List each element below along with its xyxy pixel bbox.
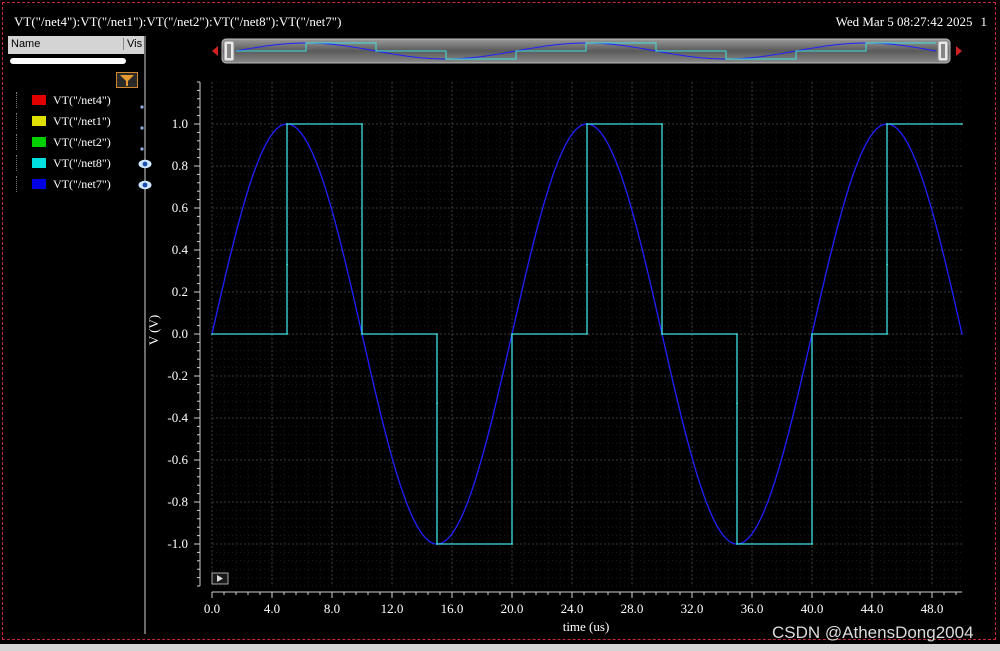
data-point [286,123,288,125]
data-point [361,333,363,335]
data-point [211,333,213,335]
play-marker-icon[interactable] [211,572,229,585]
data-point [361,123,363,125]
y-tick-label: 1.0 [172,116,188,131]
y-tick-label: 0.6 [172,200,189,215]
y-tick-label: 0.8 [172,158,188,173]
data-point [586,123,588,125]
data-point [436,543,438,545]
data-point [286,333,288,335]
data-point [811,333,813,335]
x-tick-label: 12.0 [381,601,404,616]
y-tick-label: -0.8 [167,494,188,509]
y-tick-label: -0.4 [167,410,188,425]
data-point [436,333,438,335]
x-tick-label: 28.0 [621,601,644,616]
y-tick-label: -0.6 [167,452,188,467]
x-tick-label: 8.0 [324,601,340,616]
data-point [736,402,738,405]
data-point [736,543,738,545]
data-point [661,123,663,125]
data-point [736,333,738,335]
y-tick-label: -0.2 [167,368,188,383]
waveform-plot[interactable]: 0.0 4.0 8.0 12.0 16.0 20.0 24.0 28.0 32.0 36.0 40.… [0,0,1000,651]
x-tick-label: 36.0 [741,601,764,616]
x-tick-label: 44.0 [861,601,884,616]
x-tick-label: 40.0 [801,601,824,616]
data-point [586,333,588,335]
data-point [511,333,513,335]
x-tick-label: 0.0 [204,601,220,616]
data-point [811,543,813,545]
x-axis-label: time (us) [563,619,610,634]
x-tick-label: 48.0 [921,601,944,616]
data-point [661,333,663,335]
y-tick-label: 0.4 [172,242,189,257]
x-tick-label: 4.0 [264,601,280,616]
data-point [961,333,963,335]
data-point [586,263,588,266]
y-tick-label: 0.0 [172,326,188,341]
x-tick-label: 24.0 [561,601,584,616]
y-tick-label: 0.2 [172,284,188,299]
y-axis-label: V (V) [146,315,161,345]
x-tick-label: 32.0 [681,601,704,616]
data-point [886,263,888,266]
data-point [886,123,888,125]
data-point [961,123,963,125]
x-tick-label: 20.0 [501,601,524,616]
data-point [511,543,513,545]
watermark: CSDN @AthensDong2004 [772,623,974,642]
x-tick-label: 16.0 [441,601,464,616]
data-point [886,333,888,335]
status-bar [0,644,1000,651]
data-point [286,263,288,266]
y-tick-label: -1.0 [167,536,188,551]
data-point [436,402,438,405]
